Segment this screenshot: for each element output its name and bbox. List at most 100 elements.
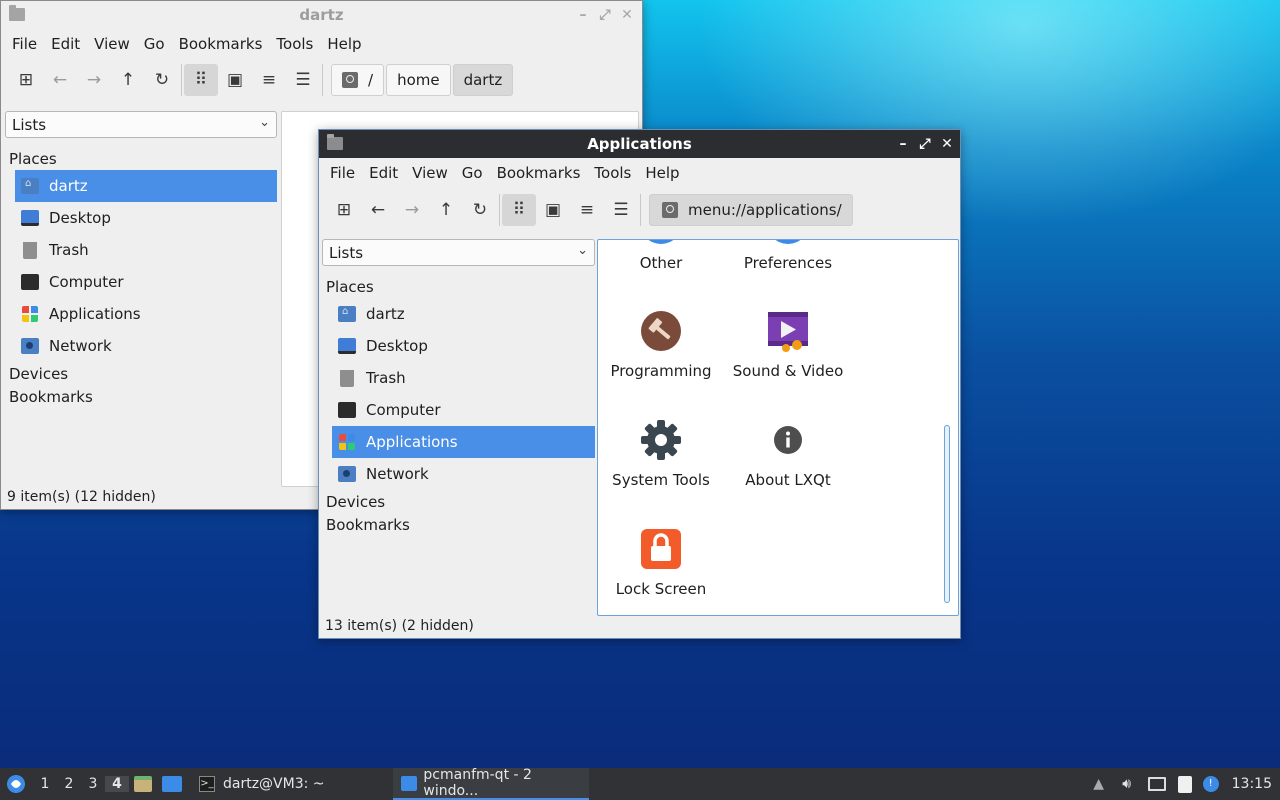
places-header[interactable]: Places <box>322 275 595 298</box>
compact-view-button[interactable]: ≡ <box>252 64 286 96</box>
back-button[interactable]: ← <box>361 194 395 226</box>
app-item-lock-screen[interactable]: Lock Screen <box>598 528 726 598</box>
place-network[interactable]: Network <box>332 458 595 490</box>
forward-button[interactable]: → <box>77 64 111 96</box>
place-desktop[interactable]: Desktop <box>15 202 277 234</box>
path-dartz-label: dartz <box>463 71 503 89</box>
place-trash[interactable]: Trash <box>332 362 595 394</box>
menu-view[interactable]: View <box>87 35 137 53</box>
clock[interactable]: 13:15 <box>1224 768 1280 800</box>
desktop-1-button[interactable]: 1 <box>33 776 57 792</box>
app-item-about-lxqt[interactable]: About LXQt <box>723 419 853 489</box>
place-label: dartz <box>366 305 405 323</box>
app-item-programming[interactable]: Programming <box>598 310 726 380</box>
side-pane-mode-select[interactable]: Lists ⌄ <box>5 111 277 138</box>
app-item-preferences[interactable]: Preferences <box>723 240 853 272</box>
task-terminal[interactable]: >_ dartz@VM3: ~ <box>191 768 333 800</box>
menu-file[interactable]: File <box>5 35 44 53</box>
places-header[interactable]: Places <box>5 147 277 170</box>
quicklaunch-files-button[interactable] <box>129 768 157 800</box>
menu-go[interactable]: Go <box>455 164 490 182</box>
app-item-system-tools[interactable]: System Tools <box>598 419 726 489</box>
maximize-icon[interactable]: ⤢ <box>914 136 936 152</box>
new-tab-button[interactable]: ⊞ <box>327 194 361 226</box>
place-dartz[interactable]: dartz <box>332 298 595 330</box>
tray-expand-icon[interactable]: ▲ <box>1086 768 1112 800</box>
volume-icon[interactable]: 🔊︎ <box>1112 768 1142 800</box>
clipboard-icon[interactable] <box>1172 768 1198 800</box>
vertical-scrollbar[interactable] <box>944 425 950 603</box>
back-button[interactable]: ← <box>43 64 77 96</box>
maximize-icon[interactable]: ⤢ <box>594 7 616 23</box>
quicklaunch-desktop-button[interactable] <box>157 768 187 800</box>
menu-bookmarks[interactable]: Bookmarks <box>490 164 588 182</box>
menu-tools[interactable]: Tools <box>269 35 320 53</box>
menu-edit[interactable]: Edit <box>44 35 87 53</box>
menu-file[interactable]: File <box>323 164 362 182</box>
titlebar[interactable]: Applications – ⤢ ✕ <box>319 130 960 158</box>
place-trash[interactable]: Trash <box>15 234 277 266</box>
desktop-4-button[interactable]: 4 <box>105 776 129 792</box>
icon-view-button[interactable]: ⠿ <box>184 64 218 96</box>
menu-view[interactable]: View <box>405 164 455 182</box>
minimize-icon[interactable]: – <box>892 136 914 152</box>
desktop-2-button[interactable]: 2 <box>57 776 81 792</box>
place-label: Trash <box>366 369 406 387</box>
desktop-3-button[interactable]: 3 <box>81 776 105 792</box>
app-item-other[interactable]: Other <box>598 240 726 272</box>
update-notifier-icon[interactable]: ! <box>1198 768 1224 800</box>
terminal-icon: >_ <box>199 776 215 792</box>
path-home-button[interactable]: home <box>386 64 451 96</box>
bookmarks-header[interactable]: Bookmarks <box>5 385 277 408</box>
network-tray-icon[interactable] <box>1142 768 1172 800</box>
menu-edit[interactable]: Edit <box>362 164 405 182</box>
menu-help[interactable]: Help <box>320 35 368 53</box>
thumbnail-view-button[interactable]: ▣ <box>536 194 570 226</box>
task-pcmanfm[interactable]: pcmanfm-qt - 2 windo... <box>392 767 589 800</box>
devices-header[interactable]: Devices <box>322 490 595 513</box>
location-path-button[interactable]: menu://applications/ <box>649 194 853 226</box>
place-applications[interactable]: Applications <box>332 426 595 458</box>
place-desktop[interactable]: Desktop <box>332 330 595 362</box>
close-icon[interactable]: ✕ <box>616 7 638 23</box>
up-button[interactable]: ↑ <box>111 64 145 96</box>
reload-button[interactable]: ↻ <box>463 194 497 226</box>
place-label: Applications <box>49 305 141 323</box>
minimize-icon[interactable]: – <box>572 7 594 23</box>
detailed-view-button[interactable]: ☰ <box>286 64 320 96</box>
detailed-view-button[interactable]: ☰ <box>604 194 638 226</box>
chevron-down-icon: ⌄ <box>259 115 270 130</box>
menu-help[interactable]: Help <box>638 164 686 182</box>
toolbar: ⊞ ← → ↑ ↻ ⠿ ▣ ≡ ☰ menu://applications/ <box>319 188 960 232</box>
thumbnail-view-button[interactable]: ▣ <box>218 64 252 96</box>
compact-view-button[interactable]: ≡ <box>570 194 604 226</box>
place-dartz[interactable]: dartz <box>15 170 277 202</box>
app-item-sound-video[interactable]: Sound & Video <box>723 310 853 380</box>
file-manager-window-applications[interactable]: Applications – ⤢ ✕ File Edit View Go Boo… <box>318 129 961 639</box>
close-icon[interactable]: ✕ <box>936 136 958 152</box>
bookmarks-header[interactable]: Bookmarks <box>322 513 595 536</box>
titlebar[interactable]: dartz – ⤢ ✕ <box>1 1 642 29</box>
place-applications[interactable]: Applications <box>15 298 277 330</box>
lock-icon <box>640 528 682 570</box>
path-root-button[interactable]: / <box>331 64 385 96</box>
side-pane-mode-select[interactable]: Lists ⌄ <box>322 239 595 266</box>
devices-header[interactable]: Devices <box>5 362 277 385</box>
menu-tools[interactable]: Tools <box>587 164 638 182</box>
taskbar: 1 2 3 4 >_ dartz@VM3: ~ pcmanfm-qt - 2 w… <box>0 767 1280 800</box>
reload-button[interactable]: ↻ <box>145 64 179 96</box>
applications-icon-view[interactable]: Other Preferences Programming Sound & Vi… <box>597 239 959 616</box>
place-computer[interactable]: Computer <box>332 394 595 426</box>
icon-view-button[interactable]: ⠿ <box>502 194 536 226</box>
menu-go[interactable]: Go <box>137 35 172 53</box>
path-dartz-button[interactable]: dartz <box>452 64 514 96</box>
menu-bookmarks[interactable]: Bookmarks <box>172 35 270 53</box>
search-icon <box>342 72 358 88</box>
start-menu-button[interactable] <box>0 768 32 800</box>
forward-button[interactable]: → <box>395 194 429 226</box>
place-network[interactable]: Network <box>15 330 277 362</box>
up-button[interactable]: ↑ <box>429 194 463 226</box>
place-computer[interactable]: Computer <box>15 266 277 298</box>
new-tab-button[interactable]: ⊞ <box>9 64 43 96</box>
separator <box>640 194 641 226</box>
